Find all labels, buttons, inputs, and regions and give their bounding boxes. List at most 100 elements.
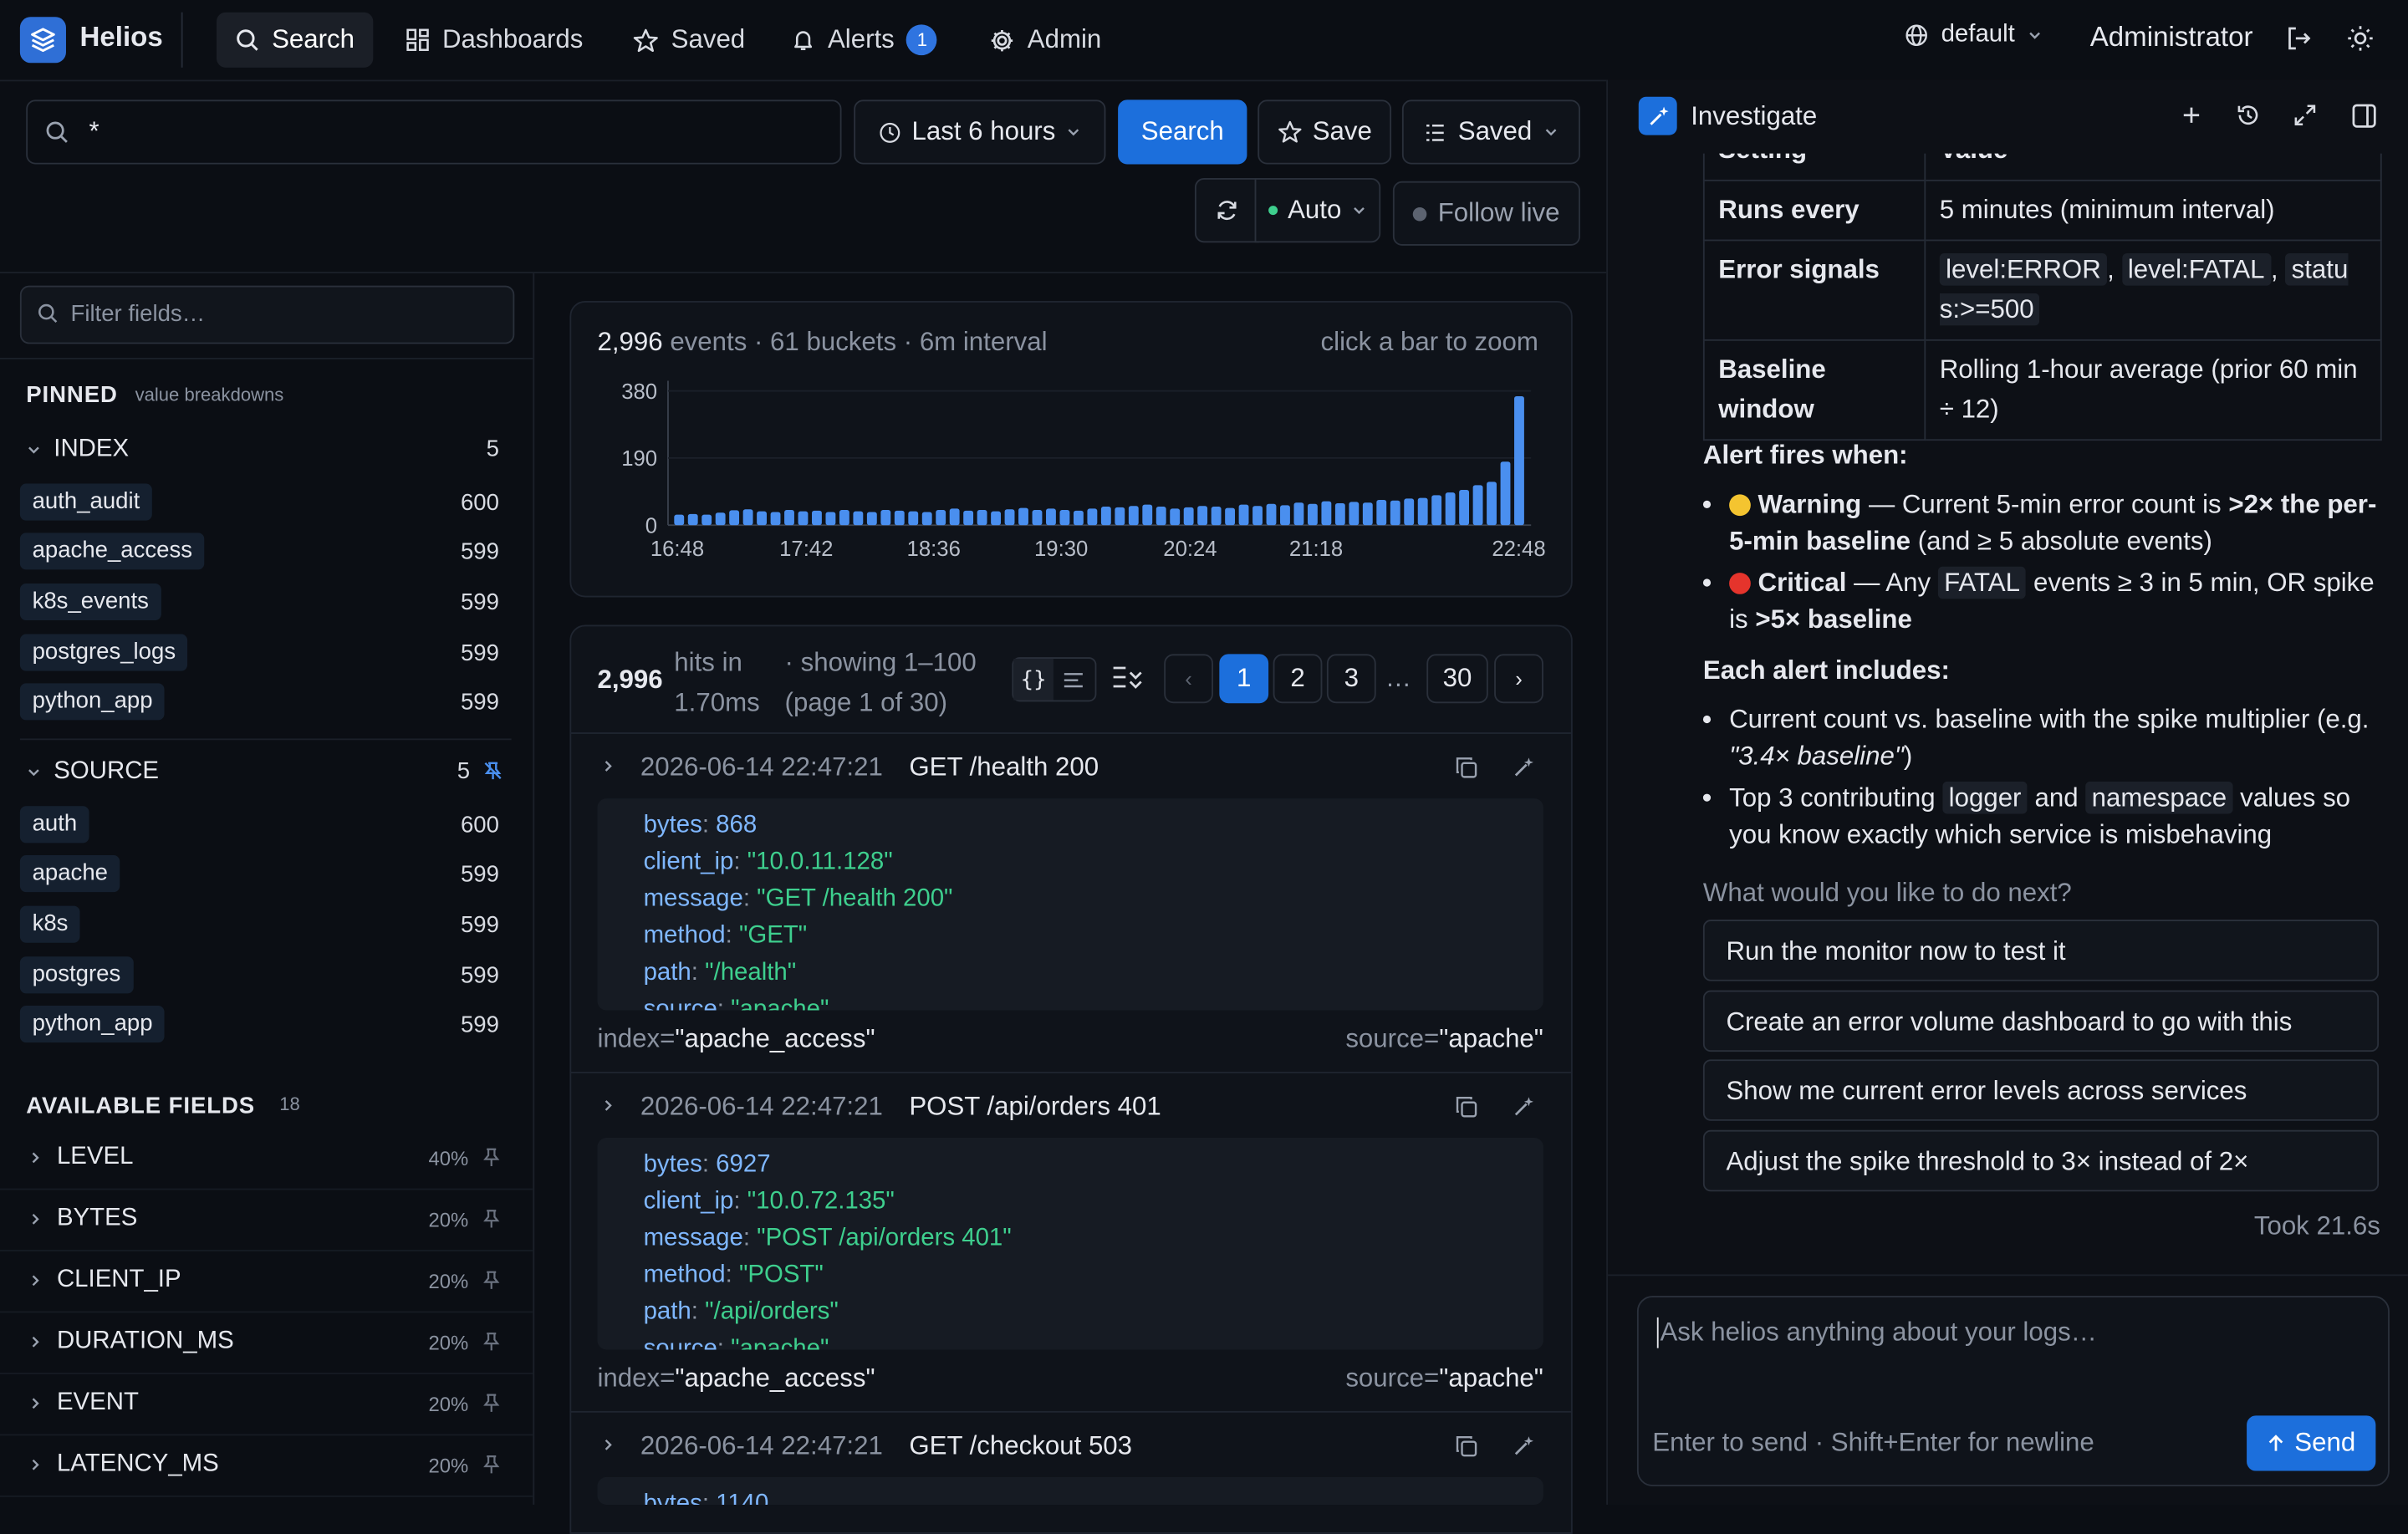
field-row[interactable]: LATENCY_MS 20% (0, 1434, 533, 1497)
histogram-bar[interactable] (1390, 500, 1400, 526)
histogram-bar[interactable] (1115, 507, 1125, 526)
suggestion-button[interactable]: Show me current error levels across serv… (1702, 1059, 2380, 1121)
histogram-bar[interactable] (1334, 503, 1345, 526)
field-row[interactable]: DURATION_MS 20% (0, 1312, 533, 1374)
histogram-bar[interactable] (921, 512, 932, 526)
chat-input-box[interactable]: Ask helios anything about your logs… Ent… (1636, 1296, 2390, 1486)
row-json-body[interactable]: bytes: 6927 client_ip: "10.0.72.135" mes… (597, 1137, 1543, 1350)
histogram-bar[interactable] (1362, 502, 1373, 526)
row-json-body[interactable]: bytes: 1140 (597, 1476, 1543, 1505)
source-value-apache[interactable]: apache (19, 855, 120, 893)
histogram-bar[interactable] (1004, 509, 1015, 526)
logout-icon[interactable] (2285, 24, 2313, 52)
histogram-bar[interactable] (742, 509, 753, 526)
ai-sparkle-icon[interactable] (1511, 1434, 1535, 1458)
copy-icon[interactable] (1454, 1434, 1478, 1458)
histogram-bar[interactable] (1445, 492, 1456, 526)
chat-input-placeholder[interactable]: Ask helios anything about your logs… (1660, 1317, 2096, 1348)
nav-admin[interactable]: Admin (971, 13, 1120, 68)
plus-icon[interactable] (2179, 103, 2203, 127)
helios-logo-icon[interactable] (19, 17, 66, 64)
histogram-bar[interactable] (729, 510, 740, 526)
histogram-bar[interactable] (798, 511, 809, 526)
json-view-icon[interactable]: {} (1013, 658, 1054, 701)
time-range-picker[interactable]: Last 6 hours (854, 99, 1106, 165)
follow-live-toggle[interactable]: Follow live (1392, 181, 1580, 246)
field-row[interactable]: LEVEL 40% (0, 1127, 533, 1190)
index-value-python-app[interactable]: python_app (19, 683, 166, 721)
source-value-auth[interactable]: auth (19, 806, 89, 843)
histogram-bar[interactable] (894, 510, 905, 526)
histogram-bar[interactable] (770, 512, 781, 526)
histogram-bar[interactable] (1156, 507, 1166, 526)
pin-icon[interactable] (482, 1454, 501, 1475)
nav-dashboards[interactable]: Dashboards (387, 13, 602, 68)
histogram-bar[interactable] (908, 511, 919, 526)
histogram-bar[interactable] (1307, 503, 1318, 526)
prev-page-button[interactable]: ‹ (1164, 654, 1213, 704)
histogram-bar[interactable] (1252, 506, 1263, 526)
result-row-header[interactable]: 2026-06-14 22:47:21 GET /health 200 (597, 749, 1543, 786)
histogram-bar[interactable] (1197, 506, 1208, 526)
source-value-postgres[interactable]: postgres (19, 956, 133, 994)
histogram-bar[interactable] (1514, 395, 1524, 526)
row-index-tag[interactable]: index="apache_access" (597, 1363, 875, 1394)
histogram-bar[interactable] (1500, 461, 1511, 526)
histogram-bar[interactable] (715, 512, 726, 526)
nav-saved[interactable]: Saved (615, 13, 764, 68)
histogram-bar[interactable] (812, 510, 822, 526)
histogram-bar[interactable] (757, 511, 767, 526)
page-2-button[interactable]: 2 (1273, 654, 1323, 704)
histogram-bar[interactable] (1032, 510, 1043, 526)
refresh-button[interactable] (1194, 178, 1260, 243)
sidebar-toggle-icon[interactable] (2351, 103, 2377, 129)
copy-icon[interactable] (1454, 1095, 1478, 1119)
result-row-header[interactable]: 2026-06-14 22:47:21 GET /checkout 503 (597, 1428, 1543, 1465)
result-row-header[interactable]: 2026-06-14 22:47:21 POST /api/orders 401 (597, 1088, 1543, 1125)
histogram-bar[interactable] (1266, 503, 1277, 526)
pin-icon[interactable] (482, 1270, 501, 1292)
view-mode-toggle[interactable]: {} (1012, 657, 1097, 702)
histogram-bar[interactable] (1321, 501, 1332, 526)
source-value-k8s[interactable]: k8s (19, 905, 81, 943)
history-icon[interactable] (2236, 103, 2260, 127)
row-source-tag[interactable]: source="apache" (1345, 1363, 1543, 1394)
histogram-bar[interactable] (1417, 497, 1428, 526)
workspace-selector[interactable]: default (1905, 22, 2043, 49)
histogram-bar[interactable] (1087, 508, 1098, 526)
histogram-bar[interactable] (1280, 505, 1290, 526)
histogram-bar[interactable] (991, 511, 1002, 526)
histogram-bar[interactable] (1472, 485, 1483, 526)
histogram-bar[interactable] (701, 514, 712, 526)
histogram-bar[interactable] (1073, 510, 1084, 526)
auto-refresh-dropdown[interactable]: Auto (1254, 178, 1381, 243)
histogram-bar[interactable] (963, 510, 974, 526)
histogram-bar[interactable] (1404, 498, 1415, 526)
page-1-button[interactable]: 1 (1219, 654, 1269, 704)
row-json-body[interactable]: bytes: 868 client_ip: "10.0.11.128" mess… (597, 798, 1543, 1011)
histogram-bar[interactable] (1431, 495, 1442, 526)
pin-icon[interactable] (482, 1331, 501, 1353)
suggestion-button[interactable]: Create an error volume dashboard to go w… (1702, 990, 2380, 1052)
source-value-python-app[interactable]: python_app (19, 1006, 166, 1043)
pin-icon[interactable] (482, 1208, 501, 1230)
index-value-apache-access[interactable]: apache_access (19, 533, 205, 570)
histogram-bar[interactable] (825, 512, 836, 526)
index-value-postgres-logs[interactable]: postgres_logs (19, 634, 188, 671)
pin-icon[interactable] (482, 1393, 501, 1414)
ai-sparkle-icon[interactable] (1511, 756, 1535, 780)
index-value-k8s-events[interactable]: k8s_events (19, 583, 161, 621)
index-group-header[interactable]: INDEX (26, 436, 129, 464)
nav-alerts[interactable]: Alerts 1 (773, 13, 956, 68)
row-index-tag[interactable]: index="apache_access" (597, 1024, 875, 1055)
histogram-bar[interactable] (1059, 510, 1070, 526)
histogram-bar[interactable] (936, 510, 946, 526)
histogram-bar[interactable] (1459, 489, 1470, 526)
unpin-icon[interactable] (482, 760, 504, 782)
save-button[interactable]: Save (1258, 99, 1392, 165)
expand-icon[interactable] (2293, 103, 2317, 127)
histogram-bar[interactable] (1238, 504, 1249, 526)
histogram-bar[interactable] (674, 514, 685, 526)
page-3-button[interactable]: 3 (1326, 654, 1376, 704)
histogram-bar[interactable] (687, 513, 698, 526)
